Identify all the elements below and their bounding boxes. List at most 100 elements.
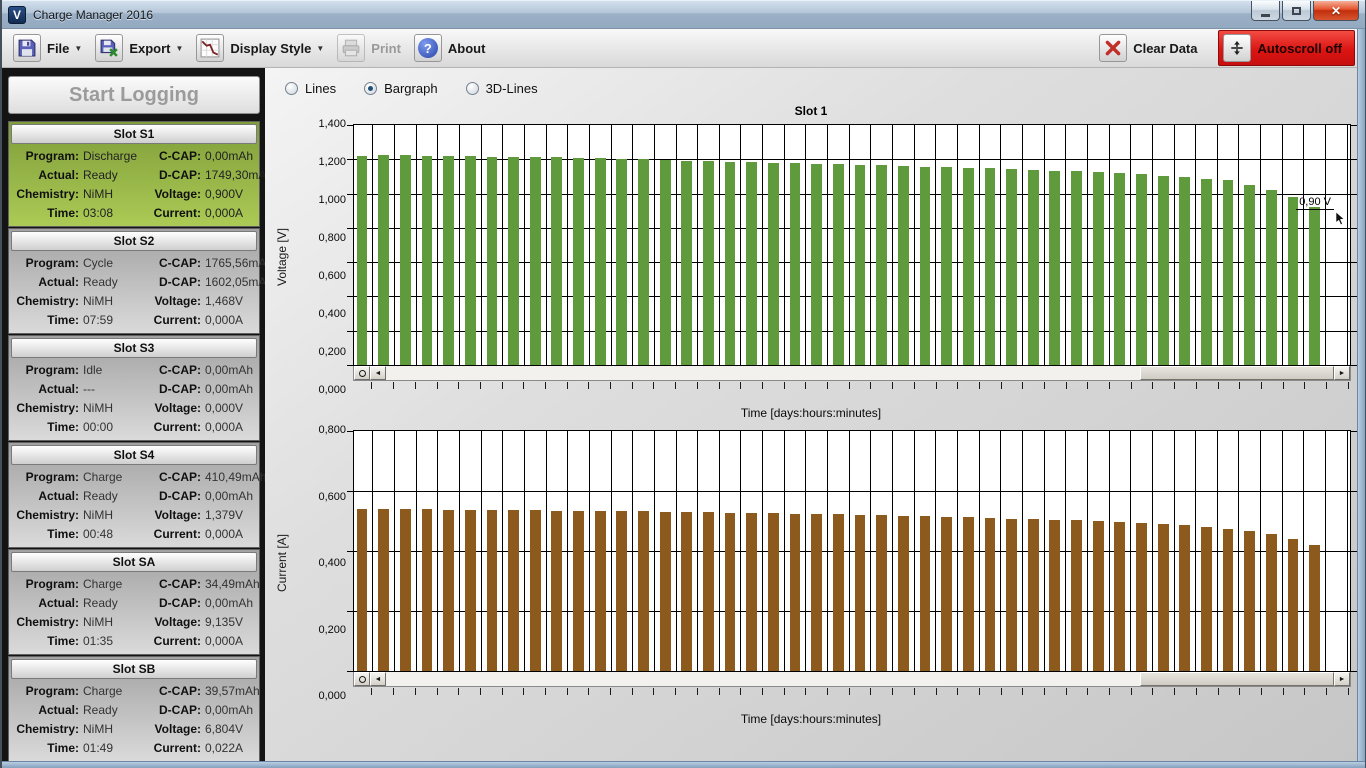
v-gridline (1347, 431, 1348, 671)
slot-value: 9,135V (205, 613, 260, 632)
slot-grid: Program:ChargeC-CAP:410,49mAhActual:Read… (9, 467, 259, 544)
radio-label: Lines (305, 81, 336, 96)
x-tick (371, 382, 372, 389)
display-style-button[interactable]: Display Style ▼ (193, 32, 334, 64)
autoscroll-button[interactable]: Autoscroll off (1218, 30, 1356, 66)
slot-label: D-CAP: (143, 487, 205, 506)
x-tick (1174, 688, 1175, 695)
bar (768, 163, 779, 365)
bar (963, 517, 974, 671)
start-logging-button[interactable]: Start Logging (8, 76, 260, 114)
v-gridline (654, 125, 655, 365)
slot-header-button[interactable]: Slot SB (11, 659, 257, 679)
scroll-thumb[interactable] (1140, 366, 1334, 380)
slot-value: NiMH (83, 720, 143, 739)
bar (1309, 207, 1320, 365)
scroll-track[interactable] (386, 672, 1334, 686)
scroll-reset-button[interactable] (354, 366, 370, 380)
slot-list: Slot S1Program:DischargeC-CAP:0,00mAhAct… (8, 121, 260, 762)
x-tick (784, 382, 785, 389)
v-gridline (1174, 125, 1175, 365)
scroll-left-button[interactable]: ◄ (370, 672, 386, 686)
x-tick (1087, 382, 1088, 389)
v-gridline (589, 431, 590, 671)
v-gridline (1282, 125, 1283, 365)
bar (1114, 522, 1125, 671)
maximize-button[interactable] (1282, 1, 1311, 21)
x-tick (523, 688, 524, 695)
bar (1288, 197, 1299, 365)
horizontal-scrollbar[interactable]: ◄► (353, 672, 1351, 687)
y-tick-mark (347, 365, 353, 366)
x-tick (957, 382, 958, 389)
window-frame-right (1357, 29, 1365, 768)
slot-panel: Slot S2Program:CycleC-CAP:1765,56mAhActu… (8, 228, 260, 334)
view-option-bargraph[interactable]: Bargraph (364, 81, 437, 96)
slot-label: D-CAP: (143, 380, 205, 399)
slot-header-button[interactable]: Slot S2 (11, 231, 257, 251)
bar (487, 510, 498, 671)
bar (855, 515, 866, 671)
horizontal-scrollbar[interactable]: ◄► (353, 366, 1351, 381)
slot-value: 6,804V (205, 720, 260, 739)
about-button[interactable]: ? About (411, 32, 496, 64)
scroll-right-button[interactable]: ► (1334, 672, 1350, 686)
v-gridline (957, 125, 958, 365)
bar (1136, 523, 1147, 671)
slot-value: 0,000V (205, 399, 255, 418)
mouse-cursor (1335, 212, 1346, 230)
x-tick (610, 382, 611, 389)
v-gridline (1282, 431, 1283, 671)
x-tick (827, 382, 828, 389)
close-button[interactable]: ✕ (1313, 1, 1359, 21)
x-tick (1239, 382, 1240, 389)
slot-header-button[interactable]: Slot S1 (11, 124, 257, 144)
slot-header-button[interactable]: Slot S4 (11, 445, 257, 465)
y-tick-mark (347, 491, 353, 492)
x-tick (610, 688, 611, 695)
v-gridline (676, 431, 677, 671)
scroll-reset-button[interactable] (354, 672, 370, 686)
v-gridline (502, 431, 503, 671)
x-tick (1087, 688, 1088, 695)
radio-label: 3D-Lines (486, 81, 538, 96)
export-button[interactable]: Export ▼ (92, 32, 193, 64)
slot-header-button[interactable]: Slot S3 (11, 338, 257, 358)
v-gridline (567, 125, 568, 365)
v-gridline (611, 125, 612, 365)
scroll-thumb[interactable] (1140, 672, 1334, 686)
slot-value: 00:48 (83, 525, 143, 544)
slot-label: Time: (11, 204, 83, 223)
view-option-lines[interactable]: Lines (285, 81, 336, 96)
bar (941, 517, 952, 671)
v-gridline (892, 431, 893, 671)
scroll-right-button[interactable]: ► (1334, 366, 1350, 380)
x-tick (1326, 382, 1327, 389)
bar (985, 518, 996, 671)
x-tick (632, 382, 633, 389)
view-option-3d-lines[interactable]: 3D-Lines (466, 81, 538, 96)
v-gridline (611, 431, 612, 671)
chart-body: Voltage [V]1,4001,2001,0000,8000,6000,40… (271, 124, 1351, 390)
bar (357, 509, 368, 671)
clear-data-button[interactable]: Clear Data (1096, 32, 1207, 64)
file-button[interactable]: File ▼ (10, 32, 92, 64)
x-tick (1348, 688, 1349, 695)
x-tick (697, 382, 698, 389)
scroll-left-button[interactable]: ◄ (370, 366, 386, 380)
x-tick (1261, 688, 1262, 695)
v-gridline (416, 125, 417, 365)
app-window: V Charge Manager 2016 ✕ File ▼ Export ▼ (0, 0, 1366, 768)
bar (790, 163, 801, 365)
y-tick-label: 1,200 (318, 156, 346, 168)
scroll-track[interactable] (386, 366, 1334, 380)
x-tick (415, 382, 416, 389)
chevron-down-icon: ▼ (74, 44, 82, 53)
minimize-button[interactable] (1251, 1, 1280, 21)
v-gridline (1087, 125, 1088, 365)
v-gridline (870, 125, 871, 365)
plot-area[interactable]: 0,90 V (353, 124, 1351, 366)
plot-area[interactable] (353, 430, 1351, 672)
v-gridline (979, 125, 980, 365)
slot-header-button[interactable]: Slot SA (11, 552, 257, 572)
